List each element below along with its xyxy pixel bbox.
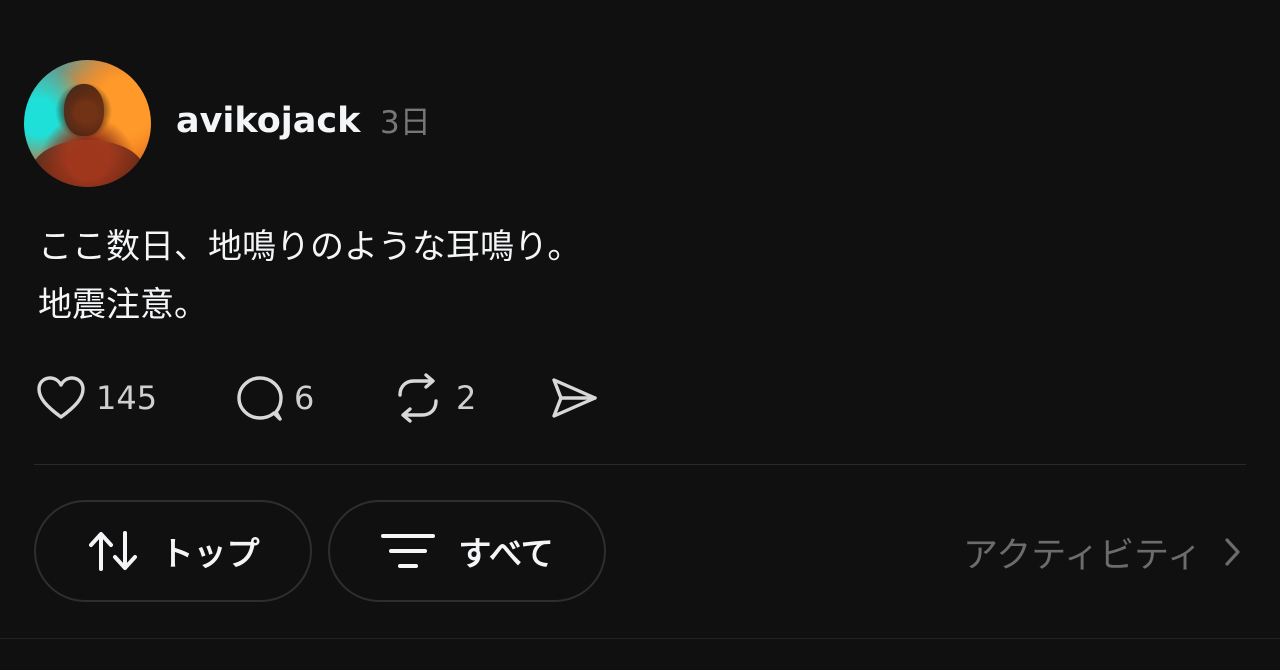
sort-top-button[interactable]: トップ [34, 500, 312, 602]
like-button[interactable]: 145 [36, 372, 157, 424]
repost-icon [392, 373, 444, 423]
sort-icon [87, 529, 161, 573]
share-button[interactable] [548, 372, 600, 424]
filter-icon [380, 529, 458, 573]
repost-button[interactable]: 2 [392, 372, 476, 424]
post-time: 3日 [380, 105, 431, 141]
comment-count: 6 [294, 379, 315, 417]
avatar-head [64, 84, 104, 136]
chevron-right-icon [1202, 537, 1242, 567]
bottom-divider [0, 638, 1280, 639]
repost-count: 2 [456, 379, 477, 417]
activity-label: アクティビティ [962, 535, 1202, 576]
share-icon [548, 373, 600, 423]
avatar-shoulders [32, 140, 144, 187]
comment-button[interactable]: 6 [234, 372, 314, 424]
divider [34, 464, 1246, 465]
post-line-2: 地震注意。 [38, 285, 208, 325]
heart-icon [36, 375, 86, 421]
sort-top-label: トップ [160, 534, 260, 573]
post-line-1: ここ数日、地鳴りのような耳鳴り。 [38, 227, 582, 267]
comment-icon [234, 373, 286, 423]
activity-link[interactable]: アクティビティ [963, 526, 1242, 578]
avatar[interactable] [24, 60, 151, 187]
filter-all-label: すべて [458, 534, 554, 573]
like-count: 145 [96, 379, 158, 417]
filter-all-button[interactable]: すべて [328, 500, 606, 602]
username[interactable]: avikojack [176, 96, 360, 146]
post-body: ここ数日、地鳴りのような耳鳴り。 地震注意。 [38, 218, 581, 334]
